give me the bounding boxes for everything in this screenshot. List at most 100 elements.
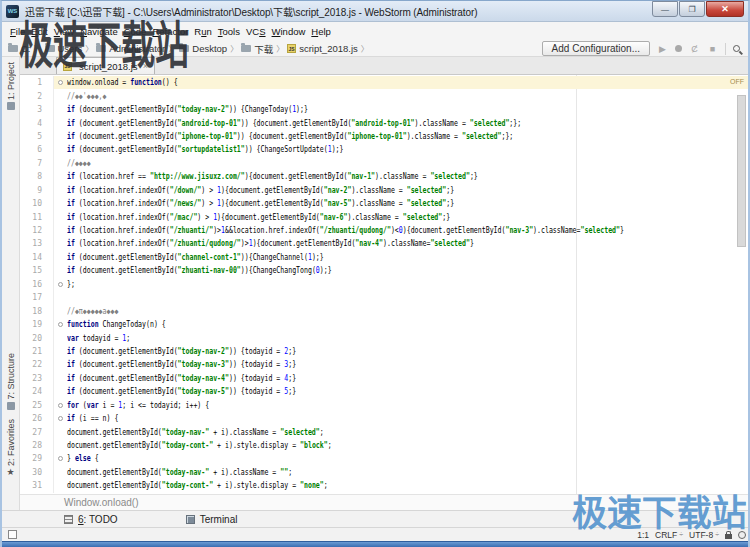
code-line-10[interactable]: 10if (location.href.indexOf("/news/") > … (20, 197, 748, 210)
code-line-23[interactable]: 23if (document.getElementById("today-nav… (20, 372, 748, 385)
fold-column[interactable] (54, 80, 67, 85)
tab-script-2018-js[interactable]: JS script_2018.js × (56, 57, 155, 74)
code-editor[interactable]: 1window.onload = function() {2//◆◆'◆◆◆,◆… (20, 75, 748, 494)
line-number: 19 (20, 320, 42, 329)
breadcrumbs: C:〉Users〉Administrator〉Desktop〉下载〉JSscri… (8, 42, 372, 56)
line-number: 23 (20, 374, 42, 383)
fold-marker-icon[interactable] (58, 322, 63, 327)
fold-column[interactable] (54, 416, 67, 421)
terminal-toolwindow-button[interactable]: Terminal (186, 514, 238, 525)
code-line-27[interactable]: 27document.getElementById("today-nav-" +… (20, 425, 748, 438)
code-line-21[interactable]: 21if (document.getElementById("today-nav… (20, 345, 748, 358)
code-line-5[interactable]: 5if (document.getElementById("iphone-top… (20, 130, 748, 143)
coverage-icon[interactable]: Ȼ (689, 44, 700, 54)
code-line-8[interactable]: 8if (location.href == "http://www.jisuxz… (20, 170, 748, 183)
caret-position[interactable]: 1:1 (637, 530, 649, 540)
code-line-3[interactable]: 3if (document.getElementById("today-nav-… (20, 103, 748, 116)
menu-code[interactable]: Code (121, 24, 150, 39)
code-line-11[interactable]: 11if (location.href.indexOf("/mac/") > 1… (20, 210, 748, 223)
folder-icon (179, 45, 189, 52)
code-line-7[interactable]: 7//◆◆◆◆ (20, 157, 748, 170)
fold-marker-icon[interactable] (58, 282, 63, 287)
code-line-13[interactable]: 13if (location.href.indexOf("/zhuanti/qu… (20, 237, 748, 250)
code-line-1[interactable]: 1window.onload = function() { (20, 76, 748, 89)
breadcrumb-[interactable]: 下载 (241, 42, 273, 56)
fold-marker-icon[interactable] (58, 456, 63, 461)
code-line-29[interactable]: 29} else { (20, 452, 748, 465)
menu-vcs[interactable]: VCS (243, 24, 269, 39)
line-number: 3 (20, 105, 42, 114)
close-button[interactable]: ✕ (706, 1, 744, 17)
code-line-28[interactable]: 28document.getElementById("today-cont-" … (20, 439, 748, 452)
menu-help[interactable]: Help (308, 24, 334, 39)
editor-scrollbar[interactable] (737, 95, 746, 247)
code-line-31[interactable]: 31document.getElementById("today-cont-" … (20, 479, 748, 492)
code-line-9[interactable]: 9if (location.href.indexOf("/down/") > 1… (20, 184, 748, 197)
code-text: for (var i = 1; i <= todayid; i++) { (67, 401, 625, 410)
chevron-icon: 〉 (230, 43, 238, 54)
code-line-19[interactable]: 19function ChangeToday(n) { (20, 318, 748, 331)
code-line-25[interactable]: 25for (var i = 1; i <= todayid; i++) { (20, 399, 748, 412)
code-line-22[interactable]: 22if (document.getElementById("today-nav… (20, 358, 748, 371)
code-text: if (location.href == "http://www.jisuxz.… (67, 172, 625, 181)
menu-run[interactable]: Run (191, 24, 214, 39)
line-number: 1 (20, 78, 42, 87)
breadcrumb-c[interactable]: C: (8, 43, 31, 54)
toolwindow-toggle-icon[interactable] (8, 530, 17, 539)
menu-view[interactable]: View (51, 24, 77, 39)
file-encoding[interactable]: UTF-8÷ (689, 530, 719, 540)
code-line-26[interactable]: 26if (i == n) { (20, 412, 748, 425)
fold-marker-icon[interactable] (58, 403, 63, 408)
code-line-4[interactable]: 4if (document.getElementById("android-to… (20, 116, 748, 129)
menu-edit[interactable]: Edit (28, 24, 50, 39)
sidebar-item-project[interactable]: 1: Project (2, 62, 20, 110)
sidebar-item-structure[interactable]: 7: Structure (2, 353, 20, 410)
code-line-14[interactable]: 14if (document.getElementById("channel-c… (20, 251, 748, 264)
code-line-12[interactable]: 12if (location.href.indexOf("/zhuanti/")… (20, 224, 748, 237)
menu-tools[interactable]: Tools (215, 24, 243, 39)
breadcrumb-users[interactable]: Users (45, 43, 83, 54)
breadcrumb-script2018js[interactable]: JSscript_2018.js (287, 43, 358, 54)
breadcrumb-desktop[interactable]: Desktop (179, 43, 227, 54)
editor-breadcrumb[interactable]: Window.onload() (20, 494, 748, 510)
code-line-18[interactable]: 18//◆π◆◆◆◆◆a◆◆◆ (20, 304, 748, 317)
fold-marker-icon[interactable] (58, 80, 63, 85)
tab-close-icon[interactable]: × (143, 61, 148, 71)
code-line-16[interactable]: 16}; (20, 278, 748, 291)
code-line-30[interactable]: 30document.getElementById("today-nav-" +… (20, 466, 748, 479)
fold-column[interactable] (54, 282, 67, 287)
hector-inspector-icon[interactable] (738, 531, 746, 539)
fold-column[interactable] (54, 322, 67, 327)
menu-file[interactable]: File (7, 24, 28, 39)
fold-marker-icon[interactable] (58, 416, 63, 421)
fold-column[interactable] (54, 403, 67, 408)
code-line-15[interactable]: 15if (document.getElementById("zhuanti-n… (20, 264, 748, 277)
lock-icon[interactable] (725, 534, 732, 539)
breadcrumb-administrator[interactable]: Administrator (96, 43, 165, 54)
sidebar-item-favorites[interactable]: 2: Favorites ★ (2, 419, 20, 477)
run-icon[interactable]: ▶ (657, 44, 668, 54)
fold-column[interactable] (54, 456, 67, 461)
debug-icon[interactable] (675, 45, 682, 52)
todo-toolwindow-button[interactable]: 6: TODO (64, 514, 118, 525)
code-text: document.getElementById("today-cont-" + … (67, 441, 625, 450)
todo-icon (64, 515, 73, 524)
menu-navigate[interactable]: Navigate (77, 24, 121, 39)
code-line-24[interactable]: 24if (document.getElementById("today-nav… (20, 385, 748, 398)
search-icon[interactable] (733, 45, 740, 52)
menu-window[interactable]: Window (269, 24, 309, 39)
maximize-button[interactable]: ❐ (679, 1, 705, 17)
line-number: 29 (20, 454, 42, 463)
todo-label: 6: TODO (78, 514, 118, 525)
menu-refactor[interactable]: Refactor (149, 24, 191, 39)
code-line-2[interactable]: 2//◆◆'◆◆◆,◆ (20, 89, 748, 102)
code-line-6[interactable]: 6if (document.getElementById("sortupdate… (20, 143, 748, 156)
minimize-button[interactable]: — (652, 1, 678, 17)
code-line-20[interactable]: 20var todayid = 1; (20, 331, 748, 344)
line-number: 10 (20, 199, 42, 208)
stop-icon[interactable]: ■ (707, 44, 718, 54)
add-configuration-button[interactable]: Add Configuration... (542, 41, 650, 56)
line-separator[interactable]: CRLF÷ (655, 530, 683, 540)
code-line-17[interactable]: 17 (20, 291, 748, 304)
title-bar[interactable]: WS 迅雷下载 [C:\迅雷下载] - C:\Users\Administrat… (2, 1, 748, 22)
